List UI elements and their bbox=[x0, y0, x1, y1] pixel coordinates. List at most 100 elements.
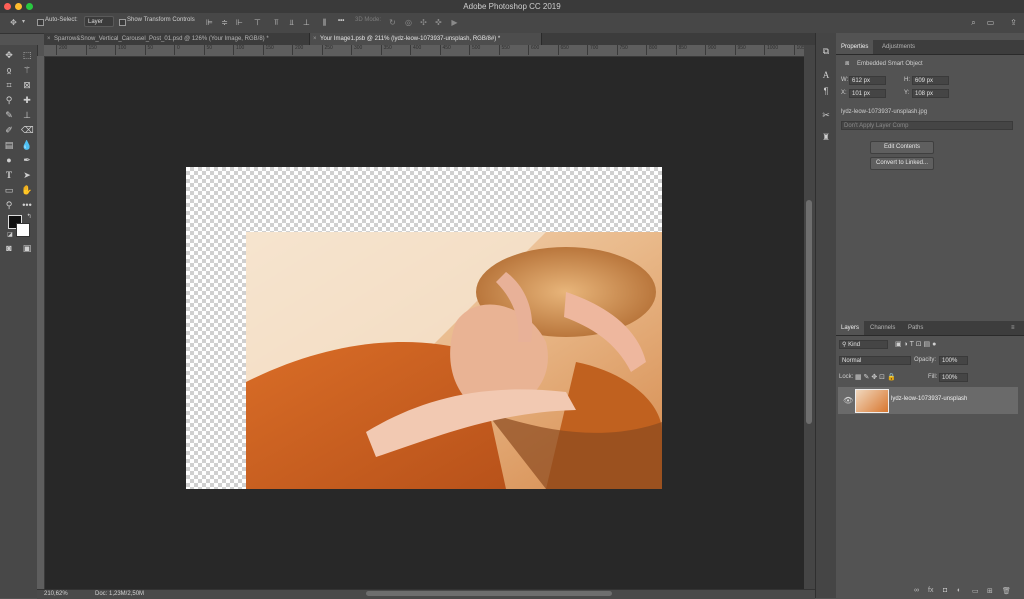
auto-select-target-value: Layer bbox=[88, 19, 104, 25]
move-tool-icon[interactable]: ✥ bbox=[9, 18, 18, 27]
close-tab-icon[interactable]: × bbox=[313, 33, 317, 45]
tab-your-image[interactable]: × Your Image1.psb @ 211% (lydz-leow-1073… bbox=[310, 33, 542, 45]
stamp-tool-icon[interactable]: ⊥ bbox=[21, 109, 33, 121]
trash-icon[interactable]: 🗑 bbox=[1002, 587, 1011, 595]
right-panels: Properties Adjustments ⧈ Embedded Smart … bbox=[836, 33, 1024, 598]
search-icon[interactable]: ⌕ bbox=[969, 18, 978, 27]
ruler-tick-label: 100 bbox=[115, 45, 126, 55]
chevron-down-icon[interactable]: ▾ bbox=[19, 18, 28, 27]
y-field[interactable]: 108 px bbox=[912, 89, 949, 98]
more-options-button[interactable]: ••• bbox=[338, 18, 344, 24]
distribute-spacing-icon[interactable]: ⫼ bbox=[320, 18, 329, 27]
tab-layers[interactable]: Layers bbox=[836, 321, 865, 335]
tab-adjustments[interactable]: Adjustments bbox=[877, 40, 920, 54]
horizontal-scroll-thumb[interactable] bbox=[366, 591, 612, 596]
eraser-icon[interactable]: ⌫ bbox=[21, 124, 34, 136]
opacity-field[interactable]: 100% bbox=[939, 356, 968, 365]
options-bar: ✥ ▾ Auto-Select: Layer Show Transform Co… bbox=[0, 13, 1024, 34]
height-field[interactable]: 609 px bbox=[912, 76, 949, 85]
screen-mode-icon[interactable]: ▣ bbox=[21, 242, 33, 254]
align-center-icon[interactable]: ≑ bbox=[220, 18, 229, 27]
history-brush-icon[interactable]: ✐ bbox=[3, 124, 15, 136]
pen-tool-icon[interactable]: ✒ bbox=[21, 154, 33, 166]
width-field[interactable]: 612 px bbox=[849, 76, 886, 85]
adjustment-layer-icon[interactable]: ◐ bbox=[957, 587, 961, 594]
visibility-eye-icon[interactable]: 👁 bbox=[843, 396, 853, 405]
x-field[interactable]: 101 px bbox=[849, 89, 886, 98]
default-colors-icon[interactable]: ◪ bbox=[4, 229, 16, 241]
background-color-swatch[interactable] bbox=[16, 223, 30, 237]
smart-object-image[interactable] bbox=[246, 232, 662, 489]
filter-icons[interactable]: ▣ ◑ T ⊡ ▤ ● bbox=[895, 340, 936, 348]
paragraph-icon[interactable]: ¶ bbox=[820, 85, 832, 97]
marquee-tool-icon[interactable]: ⬚ bbox=[21, 49, 33, 61]
brushes-icon[interactable]: ♜ bbox=[820, 131, 832, 143]
magic-wand-icon[interactable]: ⚚ bbox=[21, 64, 33, 76]
tab-properties[interactable]: Properties bbox=[836, 40, 874, 54]
zoom-level[interactable]: 210,62% bbox=[44, 591, 68, 597]
lasso-tool-icon[interactable]: ჲ bbox=[3, 64, 15, 76]
convert-to-linked-button[interactable]: Convert to Linked... bbox=[870, 157, 934, 170]
distribute-bottom-icon[interactable]: ⊥ bbox=[302, 18, 311, 27]
distribute-center-icon[interactable]: ⫫ bbox=[287, 18, 296, 27]
vertical-scroll-thumb[interactable] bbox=[806, 200, 812, 424]
layers-tabs: Layers Channels Paths ≡ bbox=[836, 321, 1024, 336]
filter-kind-select[interactable]: ⚲ Kind bbox=[839, 340, 888, 349]
share-icon[interactable]: ⇪ bbox=[1009, 18, 1018, 27]
3d-slide-icon[interactable]: ✜ bbox=[434, 18, 443, 27]
vertical-ruler[interactable] bbox=[37, 56, 45, 589]
edit-contents-button[interactable]: Edit Contents bbox=[870, 141, 934, 154]
eyedropper-icon[interactable]: ⚲ bbox=[3, 94, 15, 106]
move-tool-icon[interactable]: ✥ bbox=[3, 49, 15, 61]
workspace-icon[interactable]: ▭ bbox=[986, 18, 995, 27]
3d-roll-icon[interactable]: ◎ bbox=[404, 18, 413, 27]
horizontal-ruler[interactable]: 200 150 100 50 0 50 100 150 200 250 300 350 400 450 50… bbox=[44, 45, 804, 57]
layer-name[interactable]: lydz-leow-1073937-unsplash bbox=[891, 396, 967, 402]
show-transform-checkbox[interactable] bbox=[119, 19, 126, 26]
tab-channels[interactable]: Channels bbox=[865, 321, 900, 335]
fx-icon[interactable]: fx bbox=[928, 587, 933, 594]
tab-paths[interactable]: Paths bbox=[903, 321, 928, 335]
gradient-tool-icon[interactable]: ▤ bbox=[3, 139, 15, 151]
swap-colors-icon[interactable]: ↰ bbox=[23, 211, 35, 223]
blur-tool-icon[interactable]: 💧 bbox=[21, 139, 33, 151]
auto-select-target-dropdown[interactable]: Layer bbox=[84, 16, 114, 27]
distribute-top-icon[interactable]: ⫪ bbox=[272, 18, 281, 27]
rectangle-tool-icon[interactable]: ▭ bbox=[3, 184, 15, 196]
blend-mode-select[interactable]: Normal bbox=[839, 356, 911, 365]
align-left-icon[interactable]: ⊫ bbox=[205, 18, 214, 27]
3d-pan-icon[interactable]: ✣ bbox=[419, 18, 428, 27]
edit-toolbar-icon[interactable]: ••• bbox=[21, 199, 33, 211]
ruler-tick-label: 50 bbox=[144, 45, 153, 55]
window-title: Adobe Photoshop CC 2019 bbox=[463, 2, 561, 11]
panel-menu-icon[interactable]: ≡ bbox=[1011, 321, 1015, 335]
tools-preset-icon[interactable]: ✂ bbox=[820, 109, 832, 121]
healing-brush-icon[interactable]: ✚ bbox=[21, 94, 33, 106]
zoom-tool-icon[interactable]: ⚲ bbox=[3, 199, 15, 211]
fill-field[interactable]: 100% bbox=[939, 373, 968, 382]
layer-comp-select[interactable]: Don't Apply Layer Comp bbox=[841, 121, 1013, 130]
auto-select-checkbox[interactable] bbox=[37, 19, 44, 26]
type-tool-icon[interactable]: T bbox=[3, 169, 15, 181]
3d-scale-icon[interactable]: ▶ bbox=[450, 18, 459, 27]
new-group-icon[interactable]: ▭ bbox=[972, 587, 979, 595]
crop-tool-icon[interactable]: ⌗ bbox=[3, 79, 15, 91]
align-right-icon[interactable]: ⊩ bbox=[235, 18, 244, 27]
new-layer-icon[interactable]: ⊞ bbox=[987, 587, 993, 595]
3d-orbit-icon[interactable]: ↻ bbox=[388, 18, 397, 27]
close-tab-icon[interactable]: × bbox=[47, 33, 51, 45]
lock-icons[interactable]: ▦ ✎ ✥ ⊡ 🔒 bbox=[855, 373, 896, 381]
align-top-icon[interactable]: ⊤ bbox=[253, 18, 262, 27]
layer-row[interactable]: 👁 lydz-leow-1073937-unsplash bbox=[838, 387, 1018, 414]
link-layers-icon[interactable]: ∞ bbox=[914, 587, 919, 594]
tab-carousel-document[interactable]: × Sparrow&Snow_Vertical_Carousel_Post_01… bbox=[44, 33, 310, 45]
hand-tool-icon[interactable]: ✋ bbox=[21, 184, 33, 196]
frame-tool-icon[interactable]: ⊠ bbox=[21, 79, 33, 91]
add-mask-icon[interactable]: ◘ bbox=[943, 587, 947, 594]
dodge-tool-icon[interactable]: ● bbox=[3, 154, 15, 166]
history-icon[interactable]: ⧉ bbox=[820, 45, 832, 57]
brush-tool-icon[interactable]: ✎ bbox=[3, 109, 15, 121]
path-selection-icon[interactable]: ➤ bbox=[21, 169, 33, 181]
character-icon[interactable]: A bbox=[820, 69, 832, 81]
quick-mask-icon[interactable]: ◙ bbox=[3, 242, 15, 254]
